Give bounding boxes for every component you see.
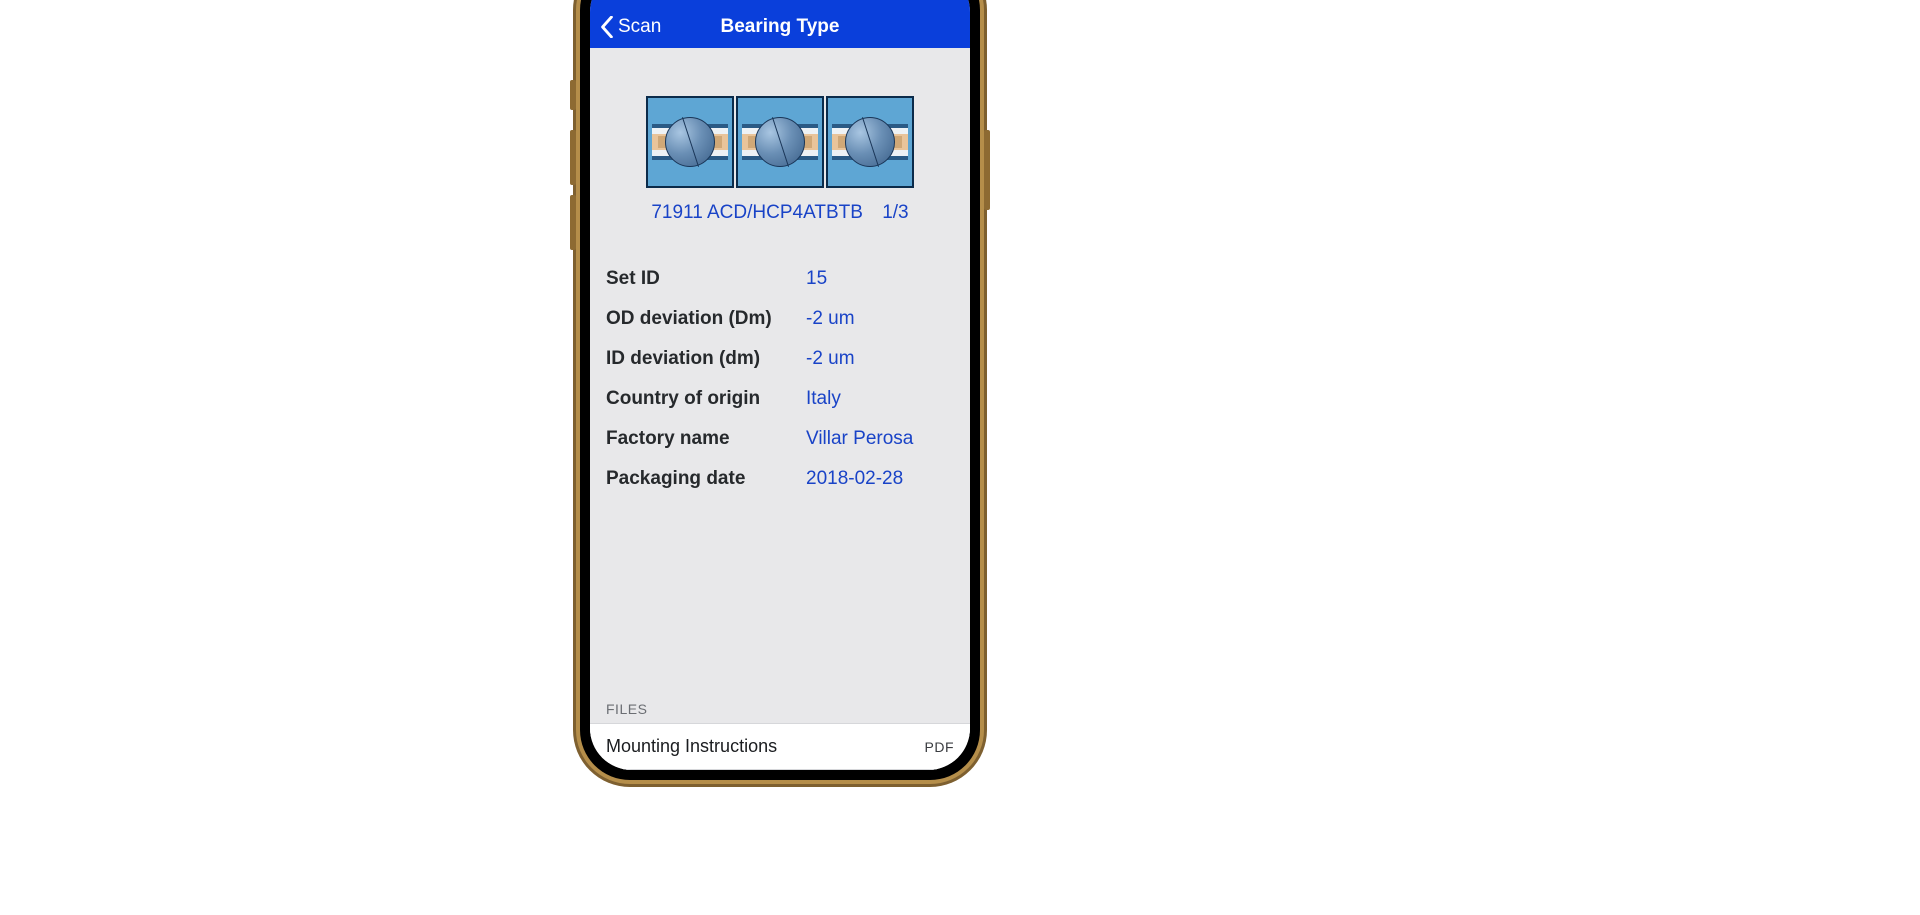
designation-index: 1/3 bbox=[882, 202, 908, 223]
file-name: Mounting Instructions bbox=[606, 736, 777, 757]
volume-button bbox=[570, 80, 576, 110]
spec-label: ID deviation (dm) bbox=[606, 348, 806, 370]
spec-value: -2 um bbox=[806, 308, 855, 330]
spec-label: Country of origin bbox=[606, 388, 806, 410]
spec-label: OD deviation (Dm) bbox=[606, 308, 806, 330]
spec-row-packaging-date: Packaging date 2018-02-28 bbox=[606, 468, 954, 490]
files-section: FILES Mounting Instructions PDF bbox=[590, 693, 970, 770]
screen: Scan Bearing Type 71911 ACD/HCP4ATBTB 1/… bbox=[590, 0, 970, 770]
spec-label: Packaging date bbox=[606, 468, 806, 490]
file-type: PDF bbox=[925, 739, 955, 755]
spec-value: 2018-02-28 bbox=[806, 468, 903, 490]
spec-value: -2 um bbox=[806, 348, 855, 370]
bearing-unit bbox=[826, 96, 914, 188]
chevron-left-icon bbox=[600, 16, 614, 38]
back-label: Scan bbox=[618, 16, 661, 38]
spec-row-country: Country of origin Italy bbox=[606, 388, 954, 410]
files-header: FILES bbox=[590, 693, 970, 723]
spec-label: Set ID bbox=[606, 268, 806, 290]
phone-frame: Scan Bearing Type 71911 ACD/HCP4ATBTB 1/… bbox=[580, 0, 980, 780]
nav-bar: Scan Bearing Type bbox=[590, 0, 970, 48]
spec-value: Italy bbox=[806, 388, 841, 410]
product-designation[interactable]: 71911 ACD/HCP4ATBTB 1/3 bbox=[590, 202, 970, 224]
bearing-illustration bbox=[644, 96, 916, 188]
spec-row-id-deviation: ID deviation (dm) -2 um bbox=[606, 348, 954, 370]
bearing-unit bbox=[736, 96, 824, 188]
power-button bbox=[984, 130, 990, 210]
volume-button bbox=[570, 130, 576, 185]
volume-button bbox=[570, 195, 576, 250]
designation-text: 71911 ACD/HCP4ATBTB bbox=[651, 202, 863, 223]
spec-row-factory: Factory name Villar Perosa bbox=[606, 428, 954, 450]
bearing-unit bbox=[646, 96, 734, 188]
spec-row-od-deviation: OD deviation (Dm) -2 um bbox=[606, 308, 954, 330]
spec-value: 15 bbox=[806, 268, 827, 290]
spec-value: Villar Perosa bbox=[806, 428, 913, 450]
back-button[interactable]: Scan bbox=[600, 16, 661, 38]
spec-table: Set ID 15 OD deviation (Dm) -2 um ID dev… bbox=[590, 268, 970, 490]
spec-row-set-id: Set ID 15 bbox=[606, 268, 954, 290]
file-row-mounting-instructions[interactable]: Mounting Instructions PDF bbox=[590, 723, 970, 770]
content-area: 71911 ACD/HCP4ATBTB 1/3 Set ID 15 OD dev… bbox=[590, 48, 970, 770]
spec-label: Factory name bbox=[606, 428, 806, 450]
